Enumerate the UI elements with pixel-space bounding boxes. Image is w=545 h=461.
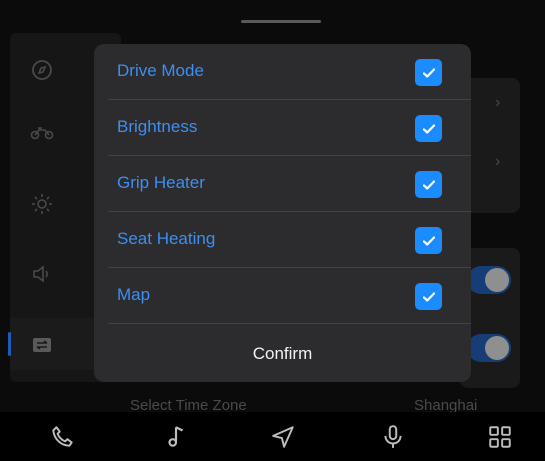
checkbox-checked-icon[interactable] [415, 227, 442, 254]
toggle-switch [467, 334, 511, 362]
checkbox-checked-icon[interactable] [415, 171, 442, 198]
option-seat-heating[interactable]: Seat Heating [94, 212, 471, 268]
swap-icon [33, 338, 51, 352]
phone-icon[interactable] [50, 424, 76, 450]
divider [108, 323, 471, 324]
checkbox-checked-icon[interactable] [415, 115, 442, 142]
option-brightness[interactable]: Brightness [94, 100, 471, 156]
option-label: Seat Heating [117, 229, 216, 248]
sidebar-active-indicator [8, 332, 11, 356]
toggle-switch [467, 266, 511, 294]
option-label: Grip Heater [117, 173, 205, 192]
motorcycle-icon [30, 127, 54, 140]
option-label: Brightness [117, 117, 198, 136]
app-grid-icon[interactable] [487, 424, 513, 450]
option-drive-mode[interactable]: Drive Mode [94, 44, 471, 100]
chevron-right-icon: › [495, 94, 501, 111]
checkbox-checked-icon[interactable] [415, 283, 442, 310]
music-note-icon[interactable] [163, 424, 189, 450]
microphone-icon[interactable] [380, 424, 406, 450]
navigation-icon[interactable] [270, 424, 296, 450]
widget-selection-dialog: Drive Mode Brightness Grip Heater Seat H… [94, 44, 471, 382]
confirm-button[interactable]: Confirm [94, 326, 471, 382]
compass-icon [32, 60, 52, 80]
option-label: Map [117, 285, 151, 304]
drag-handle[interactable] [241, 20, 321, 23]
brightness-icon [32, 194, 52, 214]
option-grip-heater[interactable]: Grip Heater [94, 156, 471, 212]
checkbox-checked-icon[interactable] [415, 59, 442, 86]
chevron-right-icon: › [495, 153, 501, 170]
option-label: Drive Mode [117, 61, 204, 80]
speaker-icon [33, 265, 48, 283]
bottom-dock [0, 412, 545, 461]
option-map[interactable]: Map [94, 268, 471, 324]
